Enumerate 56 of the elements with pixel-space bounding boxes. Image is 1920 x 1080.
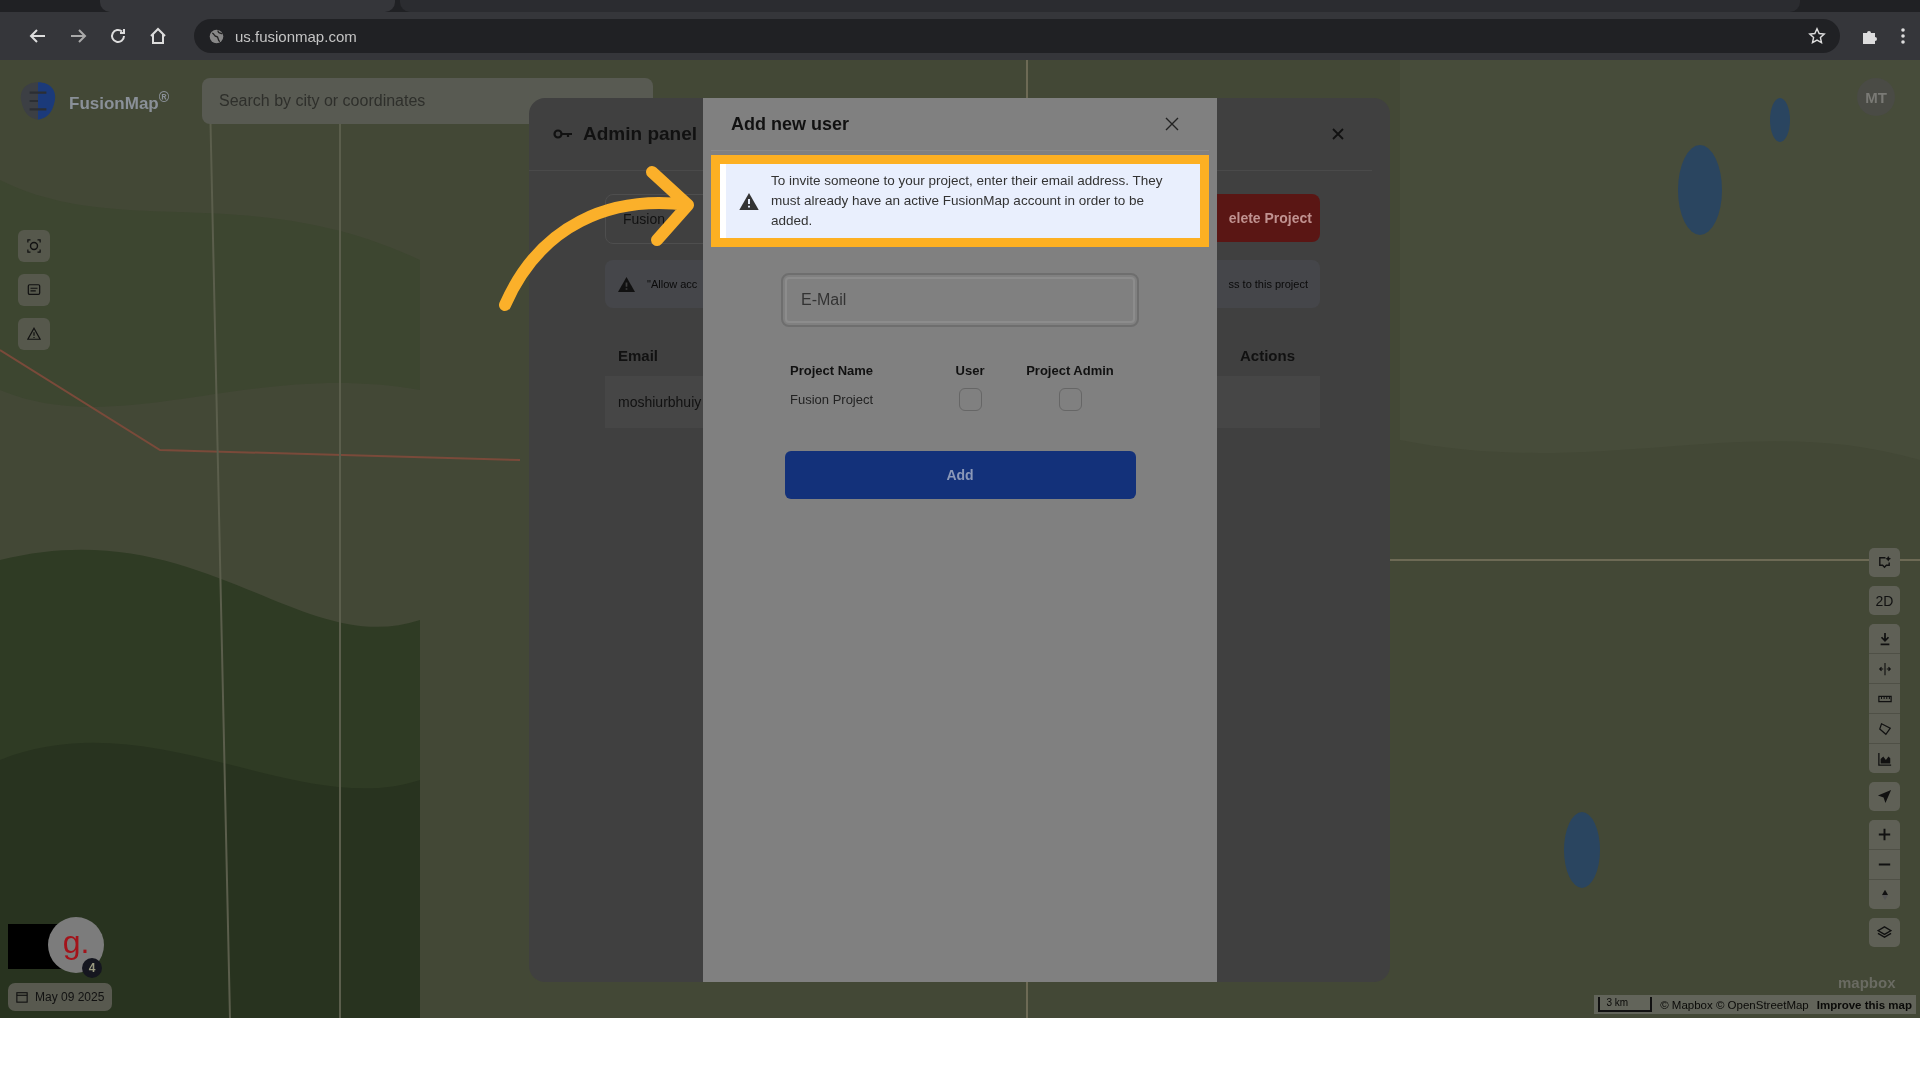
date-text: May 09 2025: [35, 990, 105, 1004]
message-button[interactable]: [18, 274, 50, 306]
navigation-arrow-icon: [1877, 789, 1892, 804]
layers-icon: [1877, 925, 1892, 940]
warning-icon: [27, 327, 41, 341]
column-header: User: [954, 363, 986, 378]
column-header: Project Admin: [1025, 363, 1115, 378]
scale-bar: 3 km: [1598, 997, 1653, 1012]
navigation-button[interactable]: [1869, 782, 1900, 811]
sparkle-chat-icon: [1877, 555, 1892, 570]
area-chart-icon: [1877, 751, 1892, 766]
warning-icon: [739, 192, 759, 210]
ruler-button[interactable]: [1869, 684, 1900, 713]
url-text: us.fusionmap.com: [235, 27, 358, 45]
notice-text: To invite someone to your project, enter their email address. They must already have an active FusionMap account in order to be added.: [771, 172, 1164, 230]
warning-button[interactable]: [18, 318, 50, 350]
compass-button[interactable]: [1869, 880, 1900, 909]
date-chip[interactable]: May 09 2025: [8, 983, 113, 1011]
message-icon: [27, 283, 41, 297]
close-icon[interactable]: [1332, 128, 1344, 140]
key-icon: [553, 128, 573, 140]
close-icon[interactable]: [1165, 117, 1179, 131]
polygon-icon: [1877, 721, 1892, 736]
notice-text: ss to this project: [1228, 278, 1308, 290]
project-name: Fusion Project: [790, 392, 875, 407]
view-toggle-button[interactable]: 2D: [1869, 586, 1900, 615]
menu-icon[interactable]: [1900, 26, 1906, 46]
user-checkbox[interactable]: [958, 388, 982, 411]
zoom-out-button[interactable]: [1869, 850, 1900, 879]
split-view-button[interactable]: [1869, 654, 1900, 683]
polygon-button[interactable]: [1869, 714, 1900, 743]
improve-map-link[interactable]: Improve this map: [1816, 998, 1912, 1011]
column-header: Project Name: [790, 363, 875, 378]
address-bar[interactable]: us.fusionmap.com: [194, 19, 1840, 53]
download-button[interactable]: [1869, 624, 1900, 653]
plus-icon: [1878, 828, 1891, 841]
home-icon[interactable]: [148, 26, 168, 46]
warning-icon: [618, 276, 635, 292]
globe-icon: [208, 27, 225, 45]
add-button[interactable]: Add: [784, 451, 1136, 499]
layers-button[interactable]: [1869, 918, 1900, 947]
admin-checkbox[interactable]: [1058, 388, 1082, 411]
target-icon: [27, 239, 41, 253]
bookmark-star-icon[interactable]: [1808, 27, 1826, 45]
notice-text: "Allow acc: [647, 278, 698, 290]
reload-icon[interactable]: [108, 26, 128, 46]
calendar-icon: [16, 991, 28, 1003]
dialog-title: Add new user: [731, 113, 850, 135]
attribution-text: © Mapbox © OpenStreetMap: [1660, 998, 1809, 1011]
email-field[interactable]: E-Mail: [781, 273, 1139, 327]
target-button[interactable]: [18, 230, 50, 262]
split-view-icon: [1877, 661, 1892, 676]
sparkle-chat-button[interactable]: [1869, 548, 1900, 577]
chart-button[interactable]: [1869, 744, 1900, 773]
zoom-in-button[interactable]: [1869, 820, 1900, 849]
logo-text: FusionMap$^{®}$: [69, 88, 170, 114]
